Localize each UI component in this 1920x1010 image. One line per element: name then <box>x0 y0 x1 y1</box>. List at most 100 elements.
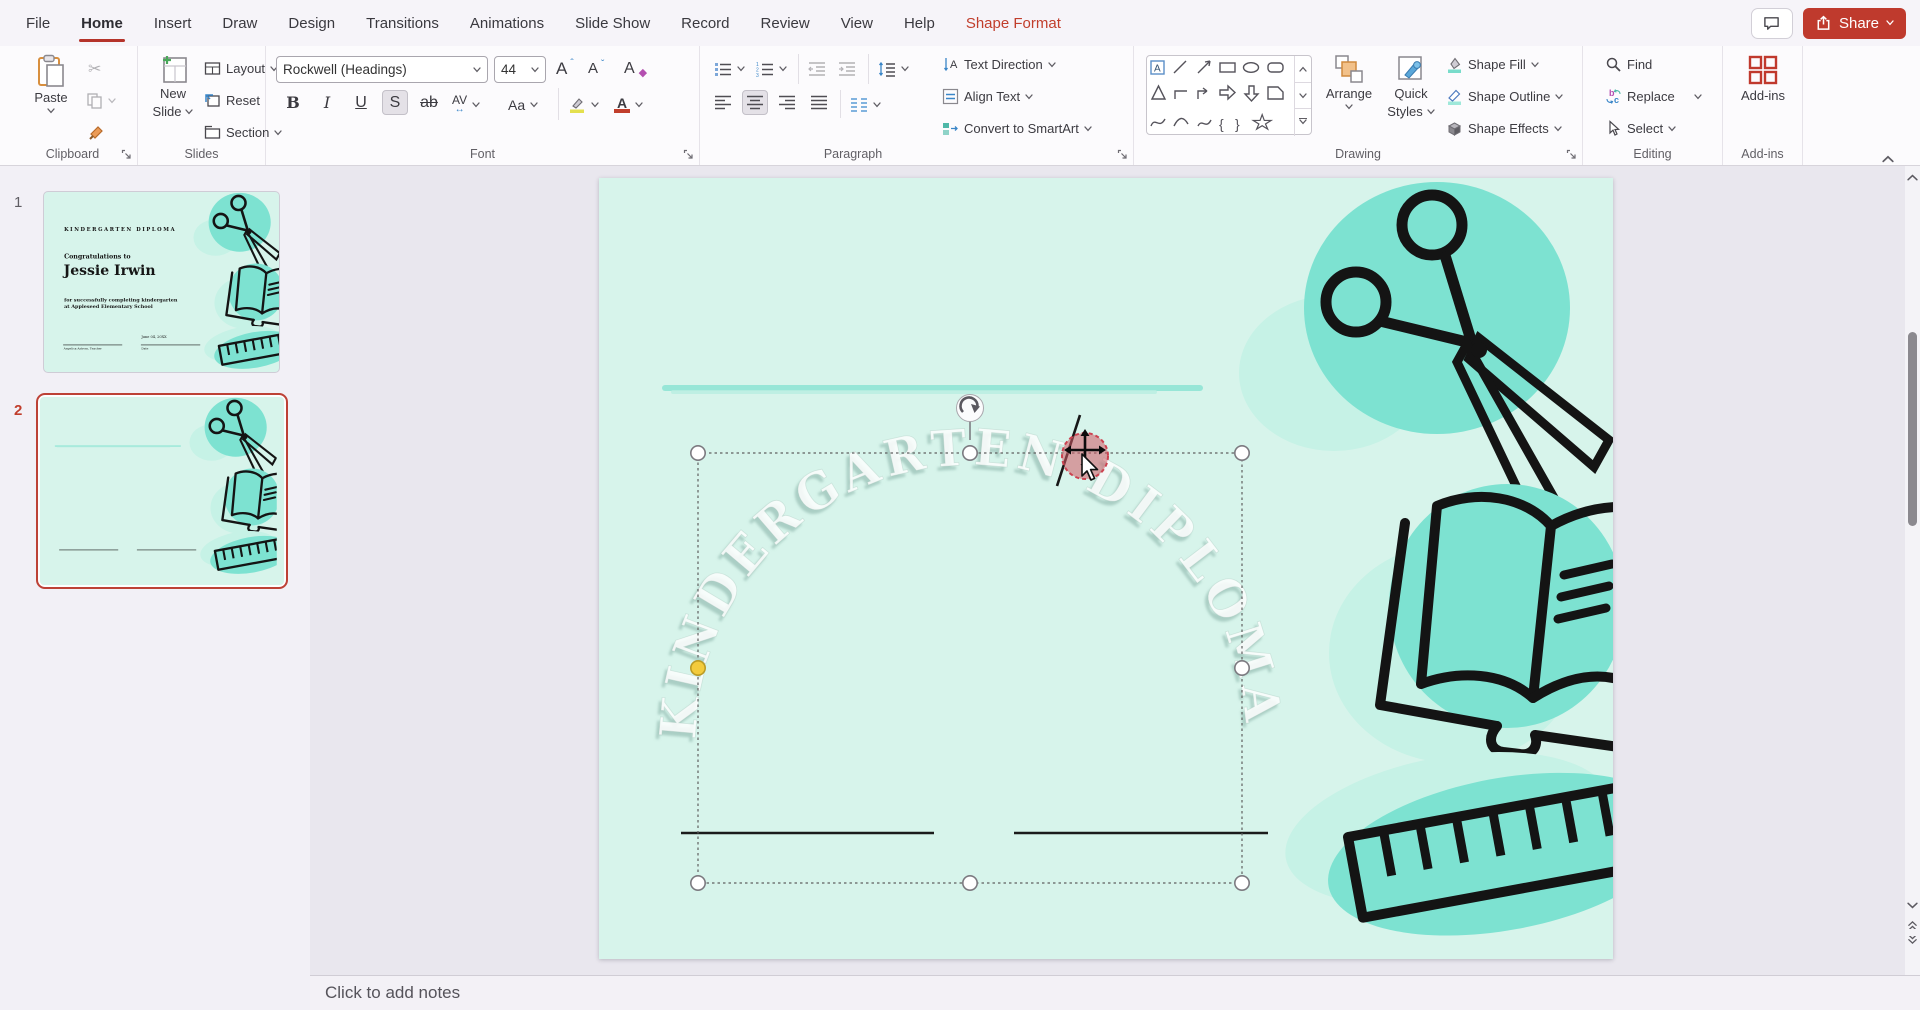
columns-button[interactable] <box>850 92 881 117</box>
shapes-more-button[interactable] <box>1295 108 1311 134</box>
decrease-font-size-button[interactable]: Aˇ <box>588 56 604 81</box>
svg-text:3: 3 <box>756 73 759 77</box>
select-button[interactable]: Select <box>1605 116 1676 141</box>
strikethrough-button[interactable]: ab <box>416 90 442 115</box>
character-spacing-button[interactable]: AV↔ <box>452 92 480 117</box>
scrollbar-thumb[interactable] <box>1908 332 1917 526</box>
thumb1-congrats: Congratulations to <box>64 253 131 260</box>
thumb1-body: for successfully completing kindergarten… <box>64 296 195 309</box>
increase-indent-button[interactable] <box>838 56 856 81</box>
addins-button[interactable]: Add-ins <box>1734 54 1792 104</box>
scroll-down-icon[interactable] <box>1907 900 1918 911</box>
text-shadow-button[interactable]: S <box>382 90 408 115</box>
slide-2-canvas[interactable]: KINDERGARTEN DIPLOMA <box>599 178 1613 959</box>
arrange-button[interactable]: Arrange <box>1320 54 1378 110</box>
notes-pane[interactable]: Click to add notes <box>310 975 1920 1010</box>
replace-button[interactable]: bc Replace <box>1605 84 1702 109</box>
watermark-arc-text[interactable]: KINDERGARTEN DIPLOMA <box>648 417 1293 741</box>
align-text-icon <box>942 88 959 105</box>
align-left-icon <box>714 95 732 110</box>
clear-formatting-button[interactable]: A◆ <box>624 56 647 81</box>
bullets-button[interactable] <box>714 56 745 81</box>
align-center-button[interactable] <box>742 90 768 115</box>
vertical-scrollbar[interactable] <box>1905 166 1920 975</box>
brush-underline-shape[interactable] <box>665 388 1200 392</box>
chevron-down-icon <box>1555 94 1563 100</box>
resize-handle-top-right[interactable] <box>1235 446 1249 460</box>
line-spacing-button[interactable] <box>878 56 909 81</box>
italic-button[interactable]: I <box>314 90 340 115</box>
reset-label: Reset <box>226 93 260 108</box>
resize-handle-top-left[interactable] <box>691 446 705 460</box>
resize-handle-right-middle[interactable] <box>1235 661 1249 675</box>
menu-animations[interactable]: Animations <box>470 15 544 32</box>
shapes-scroll-down[interactable] <box>1295 82 1311 108</box>
convert-to-smartart-button[interactable]: Convert to SmartArt <box>942 116 1092 141</box>
collapse-ribbon-button[interactable] <box>1882 150 1896 159</box>
notes-placeholder: Click to add notes <box>325 983 460 1003</box>
resize-handle-bottom-right[interactable] <box>1235 876 1249 890</box>
shape-effects-button[interactable]: Shape Effects <box>1446 116 1562 141</box>
menu-view[interactable]: View <box>841 15 873 32</box>
scroll-up-icon[interactable] <box>1907 172 1918 183</box>
shapes-scroll-up[interactable] <box>1295 56 1311 82</box>
menu-file[interactable]: File <box>26 15 50 32</box>
slide-thumbnail-2-selected[interactable] <box>36 393 288 589</box>
justify-button[interactable] <box>806 90 832 115</box>
thumb2-illustrations <box>40 397 277 579</box>
shape-outline-button[interactable]: Shape Outline <box>1446 84 1563 109</box>
cut-button[interactable]: ✂ <box>88 56 101 81</box>
menu-review[interactable]: Review <box>761 15 810 32</box>
font-size-combobox[interactable]: 44 <box>494 56 546 83</box>
menu-home[interactable]: Home <box>81 15 123 32</box>
underline-button[interactable]: U <box>348 90 374 115</box>
copy-button[interactable] <box>86 88 116 113</box>
align-right-button[interactable] <box>774 90 800 115</box>
bold-button[interactable]: B <box>280 90 306 115</box>
menu-design[interactable]: Design <box>288 15 335 32</box>
shape-outline-label: Shape Outline <box>1468 89 1550 104</box>
chevron-down-icon <box>108 98 116 104</box>
slide-thumbnail-1[interactable]: KINDERGARTEN DIPLOMA Congratulations to … <box>43 191 280 373</box>
reset-button[interactable]: Reset <box>204 88 260 113</box>
numbering-button[interactable]: 123 <box>756 56 787 81</box>
menu-shape-format[interactable]: Shape Format <box>966 15 1061 32</box>
share-button[interactable]: Share <box>1803 8 1906 39</box>
menu-record[interactable]: Record <box>681 15 729 32</box>
shape-fill-button[interactable]: Shape Fill <box>1446 52 1539 77</box>
change-case-button[interactable]: Aa <box>508 92 538 117</box>
quick-styles-button[interactable]: Quick Styles <box>1382 54 1440 120</box>
text-highlight-button[interactable] <box>568 92 599 117</box>
drawing-dialog-launcher[interactable] <box>1566 149 1577 160</box>
new-slide-button[interactable]: New Slide <box>144 54 202 120</box>
align-text-button[interactable]: Align Text <box>942 84 1033 109</box>
increase-font-size-button[interactable]: Aˆ <box>556 56 574 81</box>
adjustment-handle-yellow[interactable] <box>691 661 705 675</box>
menu-draw[interactable]: Draw <box>222 15 257 32</box>
cut-icon: ✂ <box>88 59 101 79</box>
find-button[interactable]: Find <box>1605 52 1652 77</box>
format-painter-button[interactable] <box>88 120 105 145</box>
decrease-indent-button[interactable] <box>808 56 826 81</box>
font-dialog-launcher[interactable] <box>683 149 694 160</box>
paste-button[interactable]: Paste <box>22 54 80 114</box>
rotate-handle[interactable] <box>957 395 984 422</box>
resize-handle-bottom-middle[interactable] <box>963 876 977 890</box>
menu-transitions[interactable]: Transitions <box>366 15 439 32</box>
resize-handle-top-middle[interactable] <box>963 446 977 460</box>
paragraph-dialog-launcher[interactable] <box>1117 149 1128 160</box>
next-slide-button[interactable] <box>1907 936 1918 947</box>
menu-slide-show[interactable]: Slide Show <box>575 15 650 32</box>
comments-button[interactable] <box>1751 8 1793 39</box>
menu-insert[interactable]: Insert <box>154 15 192 32</box>
align-left-button[interactable] <box>710 90 736 115</box>
clipboard-dialog-launcher[interactable] <box>121 149 132 160</box>
font-color-button[interactable]: A <box>614 92 643 117</box>
shapes-gallery[interactable]: A { } <box>1146 55 1312 135</box>
text-direction-button[interactable]: A Text Direction <box>942 52 1056 77</box>
font-family-combobox[interactable]: Rockwell (Headings) <box>276 56 488 83</box>
resize-handle-bottom-left[interactable] <box>691 876 705 890</box>
menu-help[interactable]: Help <box>904 15 935 32</box>
section-label: Section <box>226 125 269 140</box>
previous-slide-button[interactable] <box>1907 918 1918 929</box>
